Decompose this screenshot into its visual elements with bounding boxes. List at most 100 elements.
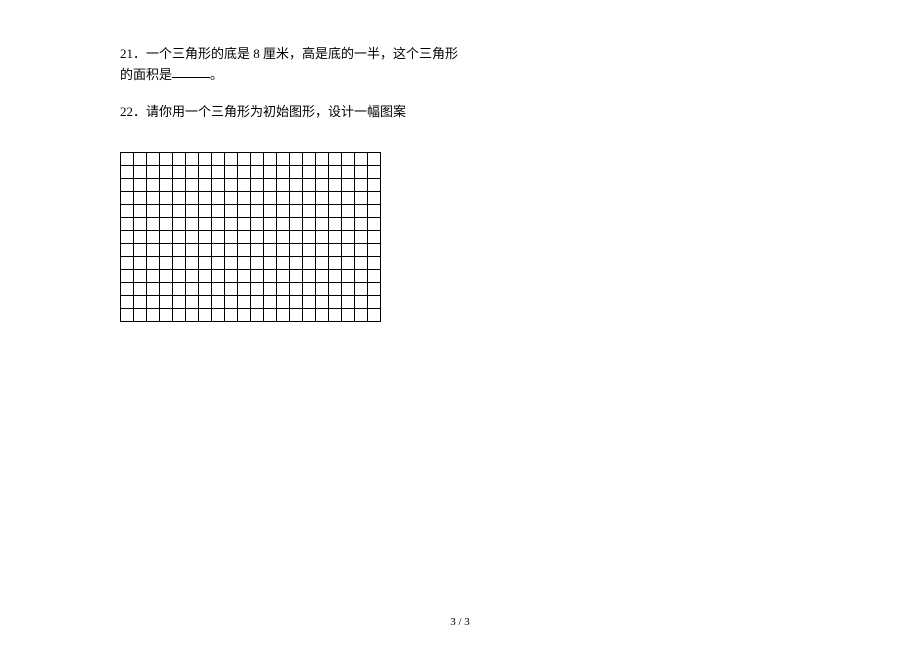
grid-cell: [199, 153, 212, 166]
grid-cell: [251, 244, 264, 257]
grid-cell: [290, 205, 303, 218]
grid-cell: [303, 309, 316, 322]
grid-cell: [303, 296, 316, 309]
grid-cell: [173, 309, 186, 322]
grid-cell: [251, 205, 264, 218]
grid-cell: [277, 192, 290, 205]
grid-cell: [277, 166, 290, 179]
grid-cell: [355, 244, 368, 257]
grid-cell: [199, 231, 212, 244]
grid-cell: [290, 270, 303, 283]
question-22-number: 22．: [120, 104, 146, 119]
grid-cell: [173, 283, 186, 296]
grid-cell: [251, 179, 264, 192]
grid-container: [120, 152, 800, 322]
grid-cell: [173, 296, 186, 309]
grid-cell: [342, 244, 355, 257]
grid-cell: [342, 270, 355, 283]
grid-cell: [134, 205, 147, 218]
grid-cell: [368, 231, 381, 244]
grid-cell: [290, 218, 303, 231]
grid-cell: [212, 153, 225, 166]
grid-cell: [147, 283, 160, 296]
grid-cell: [199, 192, 212, 205]
grid-cell: [121, 244, 134, 257]
grid-cell: [199, 218, 212, 231]
question-21-blank: [172, 66, 210, 78]
grid-cell: [134, 283, 147, 296]
grid-cell: [264, 153, 277, 166]
grid-cell: [368, 296, 381, 309]
grid-cell: [251, 166, 264, 179]
grid-cell: [329, 205, 342, 218]
grid-cell: [251, 192, 264, 205]
grid-cell: [316, 153, 329, 166]
grid-cell: [290, 309, 303, 322]
grid-cell: [329, 231, 342, 244]
grid-cell: [355, 218, 368, 231]
question-21-text-after: 。: [210, 67, 223, 82]
question-22: 22．请你用一个三角形为初始图形，设计一幅图案: [120, 102, 800, 123]
grid-cell: [160, 179, 173, 192]
grid-cell: [277, 270, 290, 283]
grid-cell: [173, 218, 186, 231]
grid-cell: [186, 296, 199, 309]
grid-cell: [160, 283, 173, 296]
grid-cell: [147, 296, 160, 309]
grid-cell: [264, 283, 277, 296]
grid-cell: [212, 283, 225, 296]
grid-cell: [225, 153, 238, 166]
grid-cell: [186, 192, 199, 205]
grid-cell: [368, 309, 381, 322]
grid-cell: [186, 257, 199, 270]
grid-cell: [290, 231, 303, 244]
grid-cell: [290, 296, 303, 309]
grid-cell: [251, 153, 264, 166]
grid-cell: [134, 296, 147, 309]
grid-cell: [264, 270, 277, 283]
grid-cell: [264, 244, 277, 257]
grid-cell: [173, 231, 186, 244]
grid-cell: [264, 257, 277, 270]
question-22-text: 请你用一个三角形为初始图形，设计一幅图案: [146, 104, 406, 119]
grid-cell: [329, 166, 342, 179]
grid-cell: [160, 166, 173, 179]
grid-cell: [225, 231, 238, 244]
grid-cell: [355, 205, 368, 218]
grid-cell: [251, 309, 264, 322]
grid-cell: [316, 296, 329, 309]
grid-cell: [264, 309, 277, 322]
grid-cell: [329, 192, 342, 205]
grid-cell: [186, 153, 199, 166]
question-21-text-before: 一个三角形的底是 8 厘米，高是底的一半，这个三角形的面积是: [120, 46, 458, 82]
grid-cell: [134, 179, 147, 192]
grid-cell: [251, 296, 264, 309]
grid-cell: [303, 244, 316, 257]
grid-cell: [173, 270, 186, 283]
grid-cell: [212, 270, 225, 283]
grid-cell: [264, 231, 277, 244]
grid-cell: [238, 257, 251, 270]
grid-cell: [277, 244, 290, 257]
grid-cell: [225, 244, 238, 257]
grid-cell: [212, 218, 225, 231]
grid-cell: [160, 270, 173, 283]
grid-cell: [368, 166, 381, 179]
grid-cell: [303, 205, 316, 218]
grid-cell: [121, 283, 134, 296]
grid-cell: [277, 205, 290, 218]
grid-cell: [121, 166, 134, 179]
grid-cell: [199, 296, 212, 309]
grid-cell: [264, 192, 277, 205]
grid-cell: [342, 218, 355, 231]
grid-cell: [160, 296, 173, 309]
grid-cell: [238, 192, 251, 205]
grid-cell: [355, 270, 368, 283]
grid-cell: [238, 309, 251, 322]
grid-cell: [147, 218, 160, 231]
grid-cell: [316, 231, 329, 244]
grid-cell: [277, 283, 290, 296]
grid-cell: [199, 244, 212, 257]
grid-cell: [134, 309, 147, 322]
grid-cell: [238, 231, 251, 244]
